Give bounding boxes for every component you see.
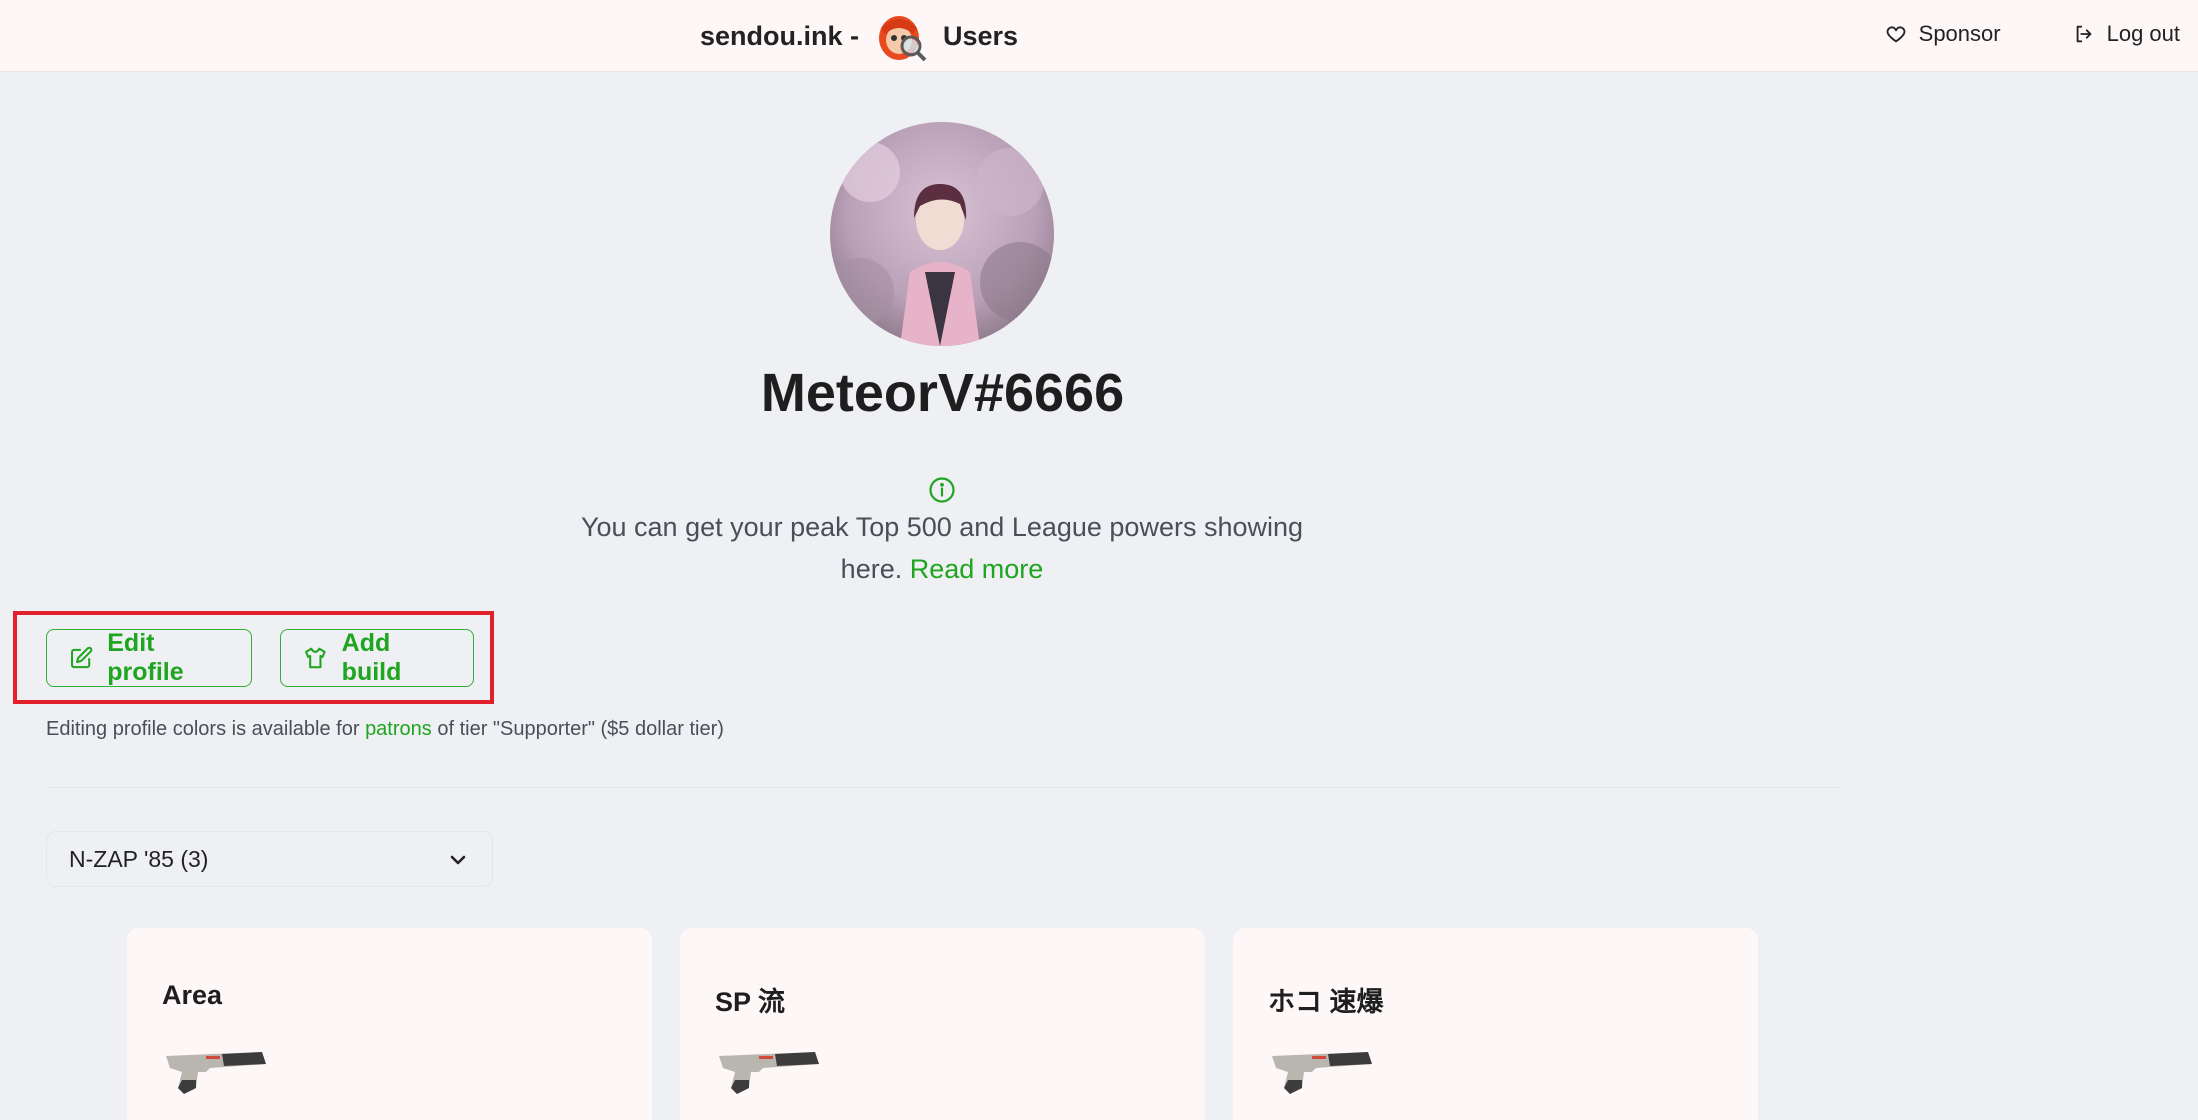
build-card[interactable]: SP 流 — [680, 928, 1205, 1120]
nzap-85-icon — [166, 1052, 266, 1094]
sponsor-label: Sponsor — [1918, 21, 2001, 46]
site-name: sendou.ink - — [700, 20, 860, 51]
build-card[interactable]: ホコ 速爆 — [1233, 928, 1758, 1120]
weapon-select[interactable]: N-ZAP '85 (3) — [46, 831, 493, 887]
chevron-down-icon — [450, 855, 466, 865]
heart-icon — [1886, 26, 1906, 43]
username: MeteorV#6666 — [760, 363, 1125, 423]
edit-icon — [71, 646, 93, 669]
users-logo-icon — [873, 8, 929, 64]
profile-colors-note: Editing profile colors is available for … — [46, 718, 724, 741]
top-bar: sendou.ink - Users Sponsor Log out — [0, 0, 2198, 72]
edit-profile-label: Edit profile — [107, 629, 184, 686]
build-card[interactable]: Area — [127, 928, 652, 1120]
edit-profile-button[interactable]: Edit profile — [46, 629, 252, 687]
sponsor-link[interactable]: Sponsor — [1885, 21, 2001, 47]
logout-link[interactable]: Log out — [2073, 21, 2180, 47]
shirt-icon — [305, 647, 326, 669]
patrons-link[interactable]: patrons — [365, 718, 432, 740]
logout-label: Log out — [2106, 21, 2180, 46]
avatar — [830, 122, 1054, 346]
note-text-before: Editing profile colors is available for — [46, 718, 360, 740]
read-more-link[interactable]: Read more — [910, 554, 1044, 584]
nzap-85-icon — [1272, 1052, 1372, 1094]
build-title: ホコ 速爆 — [1268, 987, 1384, 1017]
powers-info-text: You can get your peak Top 500 and League… — [560, 506, 1324, 590]
brand[interactable]: sendou.ink - Users — [700, 6, 1018, 66]
top-right-links: Sponsor Log out — [1885, 0, 2198, 68]
build-title: Area — [162, 980, 223, 1010]
section-name: Users — [943, 20, 1019, 51]
add-build-label: Add build — [341, 629, 402, 686]
nzap-85-icon — [719, 1052, 819, 1094]
weapon-select-value: N-ZAP '85 (3) — [69, 845, 209, 872]
info-icon — [929, 477, 955, 503]
note-text-after: of tier "Supporter" ($5 dollar tier) — [437, 718, 724, 740]
divider — [46, 787, 1842, 788]
build-title: SP 流 — [715, 987, 786, 1017]
logout-icon — [2076, 25, 2091, 43]
add-build-button[interactable]: Add build — [280, 629, 474, 687]
